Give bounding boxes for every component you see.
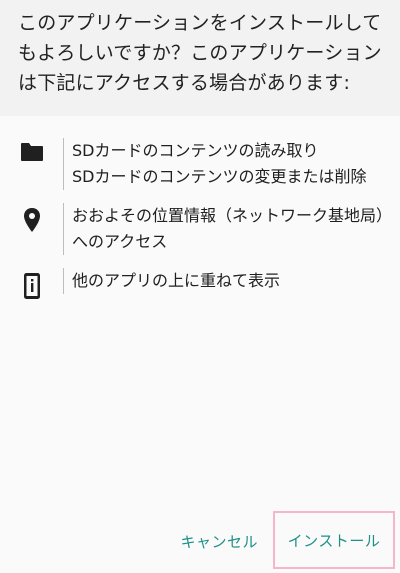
permission-line: SDカードのコンテンツの読み取り: [72, 141, 319, 160]
permission-line: 他のアプリの上に重ねて表示: [72, 271, 281, 290]
permission-item-location: おおよその位置情報（ネットワーク基地局）へのアクセス: [0, 203, 400, 255]
phone-overlay-icon: [18, 272, 46, 300]
install-permission-dialog: このアプリケーションをインストールしてもよろしいですか？このアプリケーションは下…: [0, 0, 400, 573]
dialog-header: このアプリケーションをインストールしてもよろしいですか？このアプリケーションは下…: [0, 0, 400, 116]
permission-line: SDカードのコンテンツの変更または削除: [72, 167, 367, 186]
install-button[interactable]: インストール: [273, 511, 395, 569]
permission-text: 他のアプリの上に重ねて表示: [63, 268, 386, 294]
permission-item-overlay: 他のアプリの上に重ねて表示: [0, 268, 400, 299]
permission-line: おおよその位置情報（ネットワーク基地局）へのアクセス: [72, 206, 385, 251]
folder-icon: [18, 142, 46, 170]
cancel-button[interactable]: キャンセル: [170, 513, 268, 569]
permission-text: おおよその位置情報（ネットワーク基地局）へのアクセス: [63, 203, 386, 255]
permission-item-storage: SDカードのコンテンツの読み取り SDカードのコンテンツの変更または削除: [0, 138, 400, 190]
location-pin-icon: [18, 207, 46, 235]
permission-text: SDカードのコンテンツの読み取り SDカードのコンテンツの変更または削除: [63, 138, 386, 190]
dialog-actions: キャンセル インストール: [0, 511, 400, 573]
permission-list: SDカードのコンテンツの読み取り SDカードのコンテンツの変更または削除 おおよ…: [0, 138, 400, 307]
dialog-message: このアプリケーションをインストールしてもよろしいですか？このアプリケーションは下…: [18, 12, 382, 94]
